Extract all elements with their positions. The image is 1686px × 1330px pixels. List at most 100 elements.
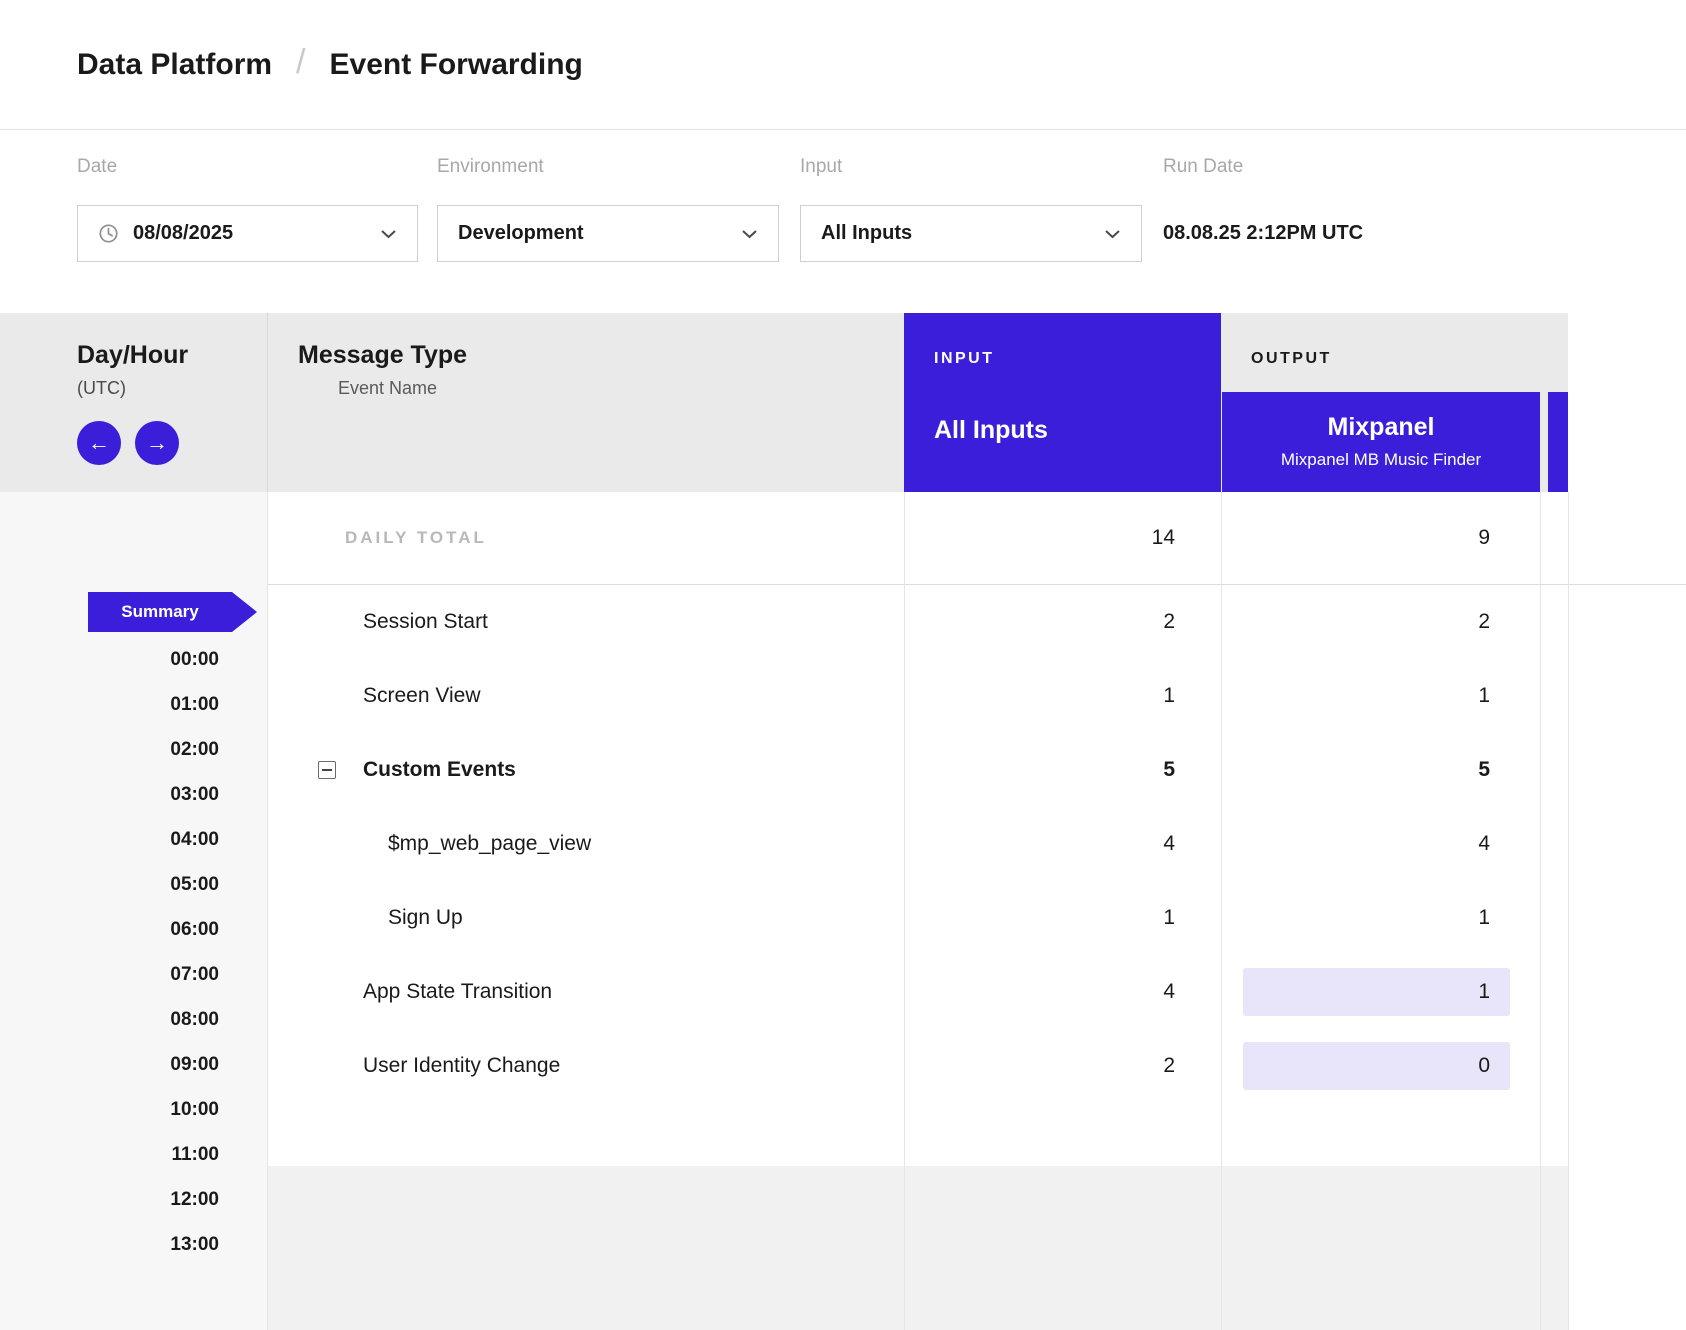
input-filter: Input All Inputs	[800, 155, 1142, 262]
hour-sidebar: Summary 00:0001:0002:0003:0004:0005:0006…	[0, 492, 268, 1330]
output-count: 1	[1221, 906, 1540, 930]
daily-total-output-count: 9	[1221, 526, 1540, 550]
breadcrumb-separator: /	[296, 43, 305, 82]
rows-main: DAILY TOTAL 14 9 Session Start22Screen V…	[268, 492, 1686, 1166]
output-count-cell: 4	[1221, 807, 1540, 881]
event-name: User Identity Change	[363, 1054, 560, 1077]
output-count-cell: 2	[1221, 585, 1540, 659]
next-output-column-sliver	[1548, 392, 1568, 492]
page: Data Platform / Event Forwarding Date 08…	[0, 0, 1686, 1330]
hour-label[interactable]: 02:00	[0, 727, 219, 772]
next-day-button[interactable]: →	[135, 421, 179, 465]
table-row: Sign Up 11	[268, 881, 1686, 955]
event-name-cell: Screen View	[268, 684, 904, 708]
arrow-left-icon: ←	[88, 430, 110, 456]
hour-label[interactable]: 11:00	[0, 1132, 219, 1177]
chevron-down-icon	[380, 229, 397, 239]
output-count-cell: 0	[1221, 1029, 1540, 1103]
day-hour-title: Day/Hour	[77, 341, 267, 370]
output-count-cell: 1	[1221, 955, 1540, 1029]
environment-filter-label: Environment	[437, 155, 779, 179]
run-date-value: 08.08.25 2:12PM UTC	[1163, 205, 1363, 262]
hour-label[interactable]: 01:00	[0, 682, 219, 727]
event-name-cell: Sign Up	[268, 906, 904, 930]
table-rows: Session Start22Screen View11Custom Event…	[268, 585, 1686, 1103]
output-count: 0	[1243, 1042, 1510, 1090]
event-name: App State Transition	[363, 980, 552, 1003]
event-name-cell: Session Start	[268, 610, 904, 634]
day-hour-subtitle: (UTC)	[77, 378, 267, 399]
input-column-title: All Inputs	[934, 416, 1221, 445]
chevron-down-icon	[741, 229, 758, 239]
output-count-cell: 5	[1221, 733, 1540, 807]
hour-label[interactable]: 04:00	[0, 817, 219, 862]
event-name-cell: User Identity Change	[268, 1054, 904, 1078]
run-date-label: Run Date	[1163, 155, 1363, 179]
input-count: 5	[904, 758, 1221, 782]
output-count: 4	[1221, 832, 1540, 856]
hour-label[interactable]: 09:00	[0, 1042, 219, 1087]
message-type-header: Message Type Event Name	[268, 313, 904, 492]
date-value: 08/08/2025	[133, 222, 233, 245]
event-name: Custom Events	[363, 758, 516, 781]
hour-label[interactable]: 07:00	[0, 952, 219, 997]
hour-label[interactable]: 06:00	[0, 907, 219, 952]
breadcrumb-data-platform[interactable]: Data Platform	[77, 48, 272, 82]
date-filter-label: Date	[77, 155, 418, 179]
event-name: Screen View	[363, 684, 481, 707]
date-filter: Date 08/08/2025	[77, 155, 418, 262]
date-dropdown[interactable]: 08/08/2025	[77, 205, 418, 262]
input-column-header: INPUT All Inputs	[904, 313, 1221, 492]
input-count: 4	[904, 832, 1221, 856]
input-dropdown[interactable]: All Inputs	[800, 205, 1142, 262]
input-column-label: INPUT	[934, 350, 1221, 368]
mixpanel-column-title: Mixpanel	[1222, 412, 1540, 442]
clock-icon	[98, 223, 119, 244]
summary-tab[interactable]: Summary	[88, 592, 232, 632]
input-filter-label: Input	[800, 155, 1142, 179]
event-name-cell: Custom Events	[268, 758, 904, 782]
mixpanel-column-header: Mixpanel Mixpanel MB Music Finder	[1222, 392, 1540, 492]
output-column-label: OUTPUT	[1251, 350, 1332, 368]
event-name-cell: $mp_web_page_view	[268, 832, 904, 856]
chevron-down-icon	[1104, 229, 1121, 239]
input-count: 2	[904, 1054, 1221, 1078]
prev-day-button[interactable]: ←	[77, 421, 121, 465]
table-row: $mp_web_page_view 44	[268, 807, 1686, 881]
input-count: 1	[904, 906, 1221, 930]
environment-dropdown[interactable]: Development	[437, 205, 779, 262]
event-name: Session Start	[363, 610, 488, 633]
hour-label[interactable]: 08:00	[0, 997, 219, 1042]
table-row: Session Start 22	[268, 585, 1686, 659]
table-body: Summary 00:0001:0002:0003:0004:0005:0006…	[0, 492, 1686, 1330]
event-name: $mp_web_page_view	[388, 832, 591, 855]
hour-label[interactable]: 13:00	[0, 1222, 219, 1267]
hour-list: 00:0001:0002:0003:0004:0005:0006:0007:00…	[0, 637, 219, 1267]
hour-label[interactable]: 00:00	[0, 637, 219, 682]
input-count: 2	[904, 610, 1221, 634]
collapse-minus-icon[interactable]	[318, 761, 336, 779]
run-date: Run Date 08.08.25 2:12PM UTC	[1163, 155, 1363, 262]
table-row: Custom Events 55	[268, 733, 1686, 807]
daily-total-input-count: 14	[904, 526, 1221, 550]
table-header: Day/Hour (UTC) ← → Message Type Event Na…	[0, 313, 1568, 492]
hour-label[interactable]: 12:00	[0, 1177, 219, 1222]
input-count: 4	[904, 980, 1221, 1004]
empty-area	[268, 1166, 1568, 1330]
hour-label[interactable]: 05:00	[0, 862, 219, 907]
environment-value: Development	[458, 222, 584, 245]
hour-label[interactable]: 10:00	[0, 1087, 219, 1132]
hour-label[interactable]: 03:00	[0, 772, 219, 817]
output-count: 1	[1221, 684, 1540, 708]
output-count: 2	[1221, 610, 1540, 634]
environment-filter: Environment Development	[437, 155, 779, 262]
output-count: 1	[1243, 968, 1510, 1016]
event-name-cell: App State Transition	[268, 980, 904, 1004]
output-count-cell: 1	[1221, 881, 1540, 955]
event-name: Sign Up	[388, 906, 463, 929]
table-row: App State Transition 41	[268, 955, 1686, 1029]
breadcrumb-event-forwarding: Event Forwarding	[330, 48, 583, 82]
output-count-cell: 1	[1221, 659, 1540, 733]
table-row: User Identity Change 20	[268, 1029, 1686, 1103]
table-row: Screen View11	[268, 659, 1686, 733]
